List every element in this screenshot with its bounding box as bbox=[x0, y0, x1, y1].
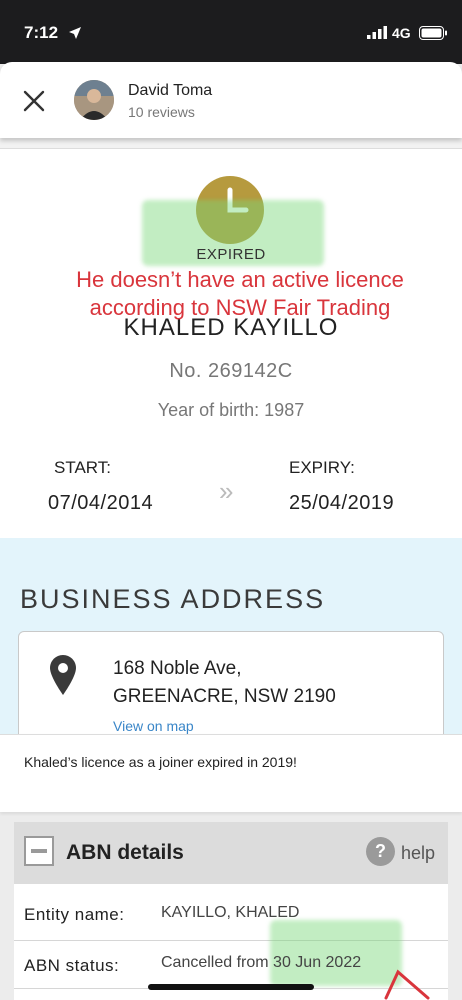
highlight-marker bbox=[270, 920, 402, 986]
signal-icon bbox=[367, 26, 387, 44]
annotation-arrow-icon bbox=[384, 968, 434, 1000]
battery-icon bbox=[419, 26, 447, 45]
licence-status: EXPIRED bbox=[196, 246, 266, 263]
address-line-2: GREENACRE, NSW 2190 bbox=[113, 686, 336, 707]
network-type: 4G bbox=[392, 25, 411, 41]
expiry-label: EXPIRY: bbox=[289, 458, 355, 477]
double-chevron-icon: » bbox=[219, 476, 234, 506]
caption-text: Khaled’s licence as a joiner expired in … bbox=[24, 754, 297, 770]
help-link[interactable]: help bbox=[401, 843, 435, 864]
abn-status-value: Cancelled from 30 Jun 2022 bbox=[161, 954, 362, 971]
divider bbox=[0, 138, 462, 148]
caption-box bbox=[0, 734, 462, 812]
annotation-text: He doesn’t have an active licence accord… bbox=[76, 267, 404, 320]
help-icon[interactable]: ? bbox=[366, 837, 395, 866]
start-label: START: bbox=[54, 458, 111, 477]
reviewer-name[interactable]: David Toma bbox=[128, 82, 212, 100]
expiry-date: 25/04/2019 bbox=[289, 492, 395, 514]
business-address-title: BUSINESS ADDRESS bbox=[20, 584, 326, 614]
collapse-button[interactable] bbox=[24, 836, 54, 866]
close-button[interactable] bbox=[22, 89, 46, 113]
status-time: 7:12 bbox=[24, 23, 59, 42]
location-arrow-icon bbox=[68, 26, 82, 45]
avatar[interactable] bbox=[74, 80, 114, 120]
home-indicator[interactable] bbox=[148, 984, 314, 990]
address-line-1: 168 Noble Ave, bbox=[113, 658, 242, 679]
review-count: 10 reviews bbox=[128, 104, 195, 120]
review-header: David Toma 10 reviews bbox=[0, 62, 462, 138]
abn-details-title: ABN details bbox=[66, 841, 184, 864]
map-pin-icon bbox=[50, 655, 76, 700]
close-icon bbox=[23, 90, 45, 112]
status-bar: 7:12 4G bbox=[0, 0, 462, 64]
entity-name-label: Entity name: bbox=[24, 905, 125, 924]
licence-number: No. 269142C bbox=[169, 360, 293, 382]
start-date: 07/04/2014 bbox=[48, 492, 154, 514]
year-of-birth: Year of birth: 1987 bbox=[157, 400, 305, 420]
view-on-map-link[interactable]: View on map bbox=[113, 718, 194, 734]
abn-status-label: ABN status: bbox=[24, 956, 120, 975]
